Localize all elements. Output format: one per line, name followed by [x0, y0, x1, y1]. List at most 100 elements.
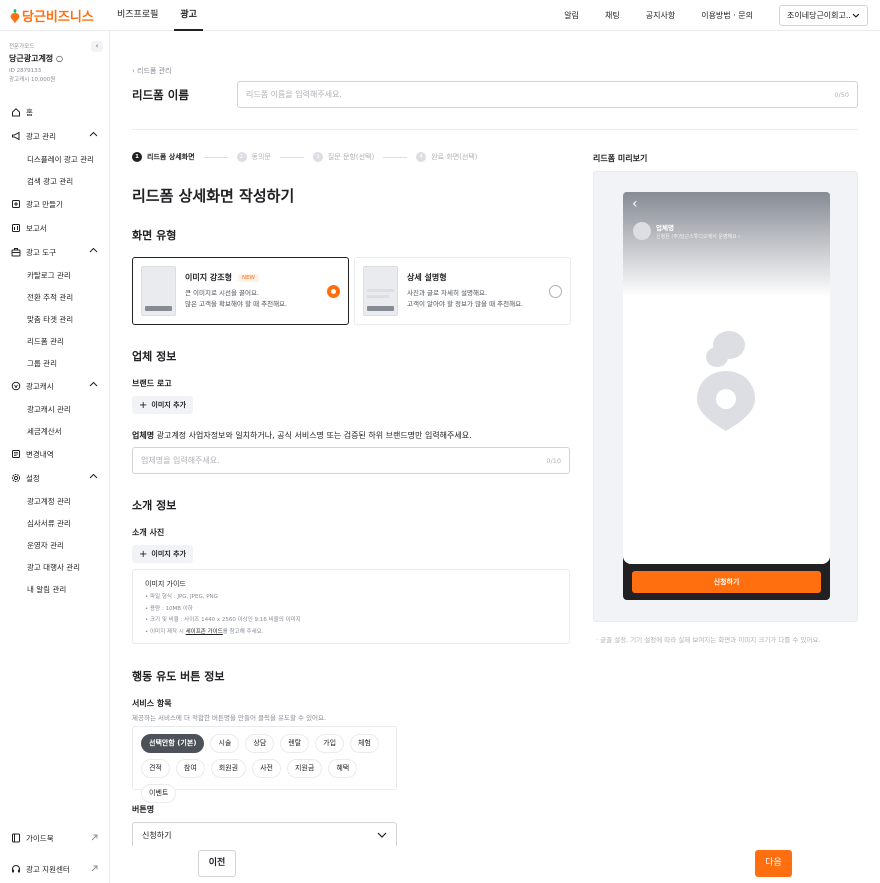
sidebar-item-4[interactable]: 광고 만들기: [0, 192, 110, 216]
screen-type-title-text: 상세 설명형: [407, 273, 447, 282]
leadform-name-input[interactable]: 리드폼 이름을 입력해주세요. 0/50: [237, 81, 858, 108]
service-chip[interactable]: 사전: [252, 759, 281, 778]
intro-photo-label: 소개 사진: [132, 528, 165, 537]
external-link-icon: [91, 865, 98, 872]
sidebar-item-9[interactable]: 맞춤 타겟 관리: [0, 308, 110, 330]
sidebar-item-3[interactable]: 검색 광고 관리: [0, 170, 110, 192]
sidebar-item-label: 광고 지원센터: [26, 864, 70, 874]
sidebar-item-14[interactable]: 세금계산서: [0, 420, 110, 442]
sidebar-bottom: 가이드북 광고 지원센터: [0, 826, 110, 881]
sidebar-item-label: 전환 추적 관리: [27, 292, 74, 302]
sidebar-item-1[interactable]: 광고 관리: [0, 124, 110, 148]
leadform-name-placeholder: 리드폼 이름을 입력해주세요.: [246, 90, 342, 99]
service-chip[interactable]: 렌탈: [280, 734, 310, 753]
guide-line: • 이미지 제작 시 세이프존 가이드를 참고해 주세요.: [145, 628, 264, 635]
next-button[interactable]: 다음: [755, 850, 792, 877]
brand-name: 당근비즈니스: [22, 10, 94, 25]
help-link[interactable]: 이용방법 · 문의: [701, 6, 753, 26]
sidebar-item-16[interactable]: 설정: [0, 466, 110, 490]
sidebar-item-8[interactable]: 전환 추적 관리: [0, 286, 110, 308]
brand-logo[interactable]: 당근비즈니스: [10, 6, 94, 25]
sidebar-item-19[interactable]: 운영자 관리: [0, 534, 110, 556]
service-chip[interactable]: 견적: [141, 759, 170, 778]
business-avatar: [633, 222, 651, 240]
sidebar-item-6[interactable]: 광고 도구: [0, 240, 110, 264]
phone-preview: ‹ 업체명 신청은 (주)당근스튜디오에서 운영해요 › 신청하기: [623, 192, 830, 600]
home-icon: [12, 108, 20, 117]
preview-panel: ‹ 업체명 신청은 (주)당근스튜디오에서 운영해요 › 신청하기: [593, 171, 858, 622]
sidebar-item-label: 광고 대행사 관리: [27, 562, 81, 572]
account-select-value: 조이네당근이회고...: [787, 11, 853, 20]
sidebar-item-18[interactable]: 심사서류 관리: [0, 512, 110, 534]
sidebar-item-10[interactable]: 리드폼 관리: [0, 330, 110, 352]
sidebar-item-label: 내 알림 관리: [27, 584, 67, 594]
leadform-name-count: 0/50: [834, 90, 849, 99]
guide-line: • 파일 형식 : JPG, JPEG, PNG: [145, 594, 218, 600]
sidebar-item-15[interactable]: 변경내역: [0, 442, 110, 466]
service-chip[interactable]: 지원금: [287, 759, 323, 778]
account-mode-tag: 전문가모드: [9, 44, 35, 50]
service-chip[interactable]: 선택안함 (기본): [141, 734, 205, 753]
add-intro-photo-button[interactable]: + 이미지 추가: [132, 545, 194, 563]
image-layout-thumbnail: [141, 266, 176, 316]
service-chip[interactable]: 혜택: [328, 759, 358, 778]
notifications-link[interactable]: 알림: [564, 6, 579, 26]
plus-icon: +: [139, 399, 148, 411]
screen-type-detail-card[interactable]: 상세 설명형 사진과 글로 자세히 설명해요. 고객이 알아야 할 정보가 많을 …: [354, 257, 571, 325]
sidebar-item-label: 광고캐시 관리: [27, 404, 71, 414]
sidebar-item-11[interactable]: 그룹 관리: [0, 352, 110, 374]
screen-type-radio[interactable]: [549, 285, 562, 298]
sidebar-item-17[interactable]: 광고계정 관리: [0, 490, 110, 512]
service-chip[interactable]: 회원권: [210, 759, 247, 778]
sidebar-item-label: 광고 만들기: [26, 199, 63, 209]
safezone-guide-link[interactable]: 세이프존 가이드: [186, 629, 223, 635]
sidebar-item-13[interactable]: 광고캐시 관리: [0, 398, 110, 420]
account-name[interactable]: 당근광고계정 ○: [9, 53, 103, 64]
detail-layout-thumbnail: [363, 266, 398, 316]
sidebar-collapse-button[interactable]: ‹: [91, 41, 103, 52]
report-icon: [12, 224, 20, 232]
business-name-input[interactable]: 업체명을 입력해주세요. 0/10: [132, 447, 570, 474]
sidebar-item-20[interactable]: 광고 대행사 관리: [0, 556, 110, 578]
service-chip[interactable]: 가입: [315, 734, 345, 753]
chevron-up-icon: [89, 247, 98, 253]
service-chip[interactable]: 체험: [350, 734, 379, 753]
screen-type-radio-selected[interactable]: [327, 285, 340, 298]
sidebar-item-label: 광고 관리: [26, 131, 56, 141]
breadcrumb-back[interactable]: ‹ 리드폼 관리: [132, 66, 171, 76]
topnav-bizprofile[interactable]: 비즈프로필: [117, 0, 158, 31]
sidebar-item-label: 세금계산서: [27, 426, 62, 436]
sidebar-item-guidebook[interactable]: 가이드북: [0, 826, 110, 850]
service-chip[interactable]: 상담: [245, 734, 275, 753]
account-select[interactable]: 조이네당근이회고...: [779, 5, 868, 26]
chat-link[interactable]: 채팅: [605, 6, 620, 26]
prev-button[interactable]: 이전: [198, 850, 236, 877]
sidebar-item-2[interactable]: 디스플레이 광고 관리: [0, 148, 110, 170]
sidebar-item-support[interactable]: 광고 지원센터: [0, 857, 110, 881]
business-name-count: 0/10: [546, 456, 561, 465]
sidebar-item-0[interactable]: 홈: [0, 100, 110, 124]
page-title: 리드폼 상세화면 작성하기: [132, 187, 295, 205]
sidebar-menu: 홈광고 관리디스플레이 광고 관리 검색 광고 관리광고 만들기보고서 광고 도구 카…: [0, 100, 110, 600]
sidebar-item-12[interactable]: 광고캐시: [0, 374, 110, 398]
button-name-select[interactable]: 신청하기: [132, 822, 397, 848]
screen-type-image-card[interactable]: 이미지 강조형 NEW 큰 이미지로 시선을 끌어요. 많은 고객을 확보해야 할 …: [132, 257, 349, 325]
sidebar-item-label: 광고캐시: [26, 381, 54, 391]
sidebar-item-5[interactable]: 보고서: [0, 216, 110, 240]
service-chip[interactable]: 이벤트: [141, 784, 177, 803]
service-chip[interactable]: 시술: [210, 734, 240, 753]
external-link-icon: [91, 834, 98, 841]
sidebar-item-label: 그룹 관리: [27, 358, 57, 368]
add-logo-button[interactable]: + 이미지 추가: [132, 396, 194, 414]
notice-link[interactable]: 공지사항: [646, 6, 675, 26]
topnav-ads[interactable]: 광고: [174, 0, 203, 31]
business-name-placeholder: 업체명을 입력해주세요.: [141, 456, 220, 465]
sidebar-item-7[interactable]: 카탈로그 관리: [0, 264, 110, 286]
sidebar-item-label: 가이드북: [26, 833, 54, 843]
sidebar-item-label: 리드폼 관리: [27, 336, 64, 346]
guide-line: • 크기 및 비율 : 사이즈 1440 x 2560 이상인 9:16 비율의…: [145, 617, 301, 623]
carrot-icon: [10, 8, 20, 23]
sidebar-item-21[interactable]: 내 알림 관리: [0, 578, 110, 600]
carrot-placeholder-icon: [697, 331, 755, 431]
service-chip[interactable]: 참여: [175, 759, 205, 778]
